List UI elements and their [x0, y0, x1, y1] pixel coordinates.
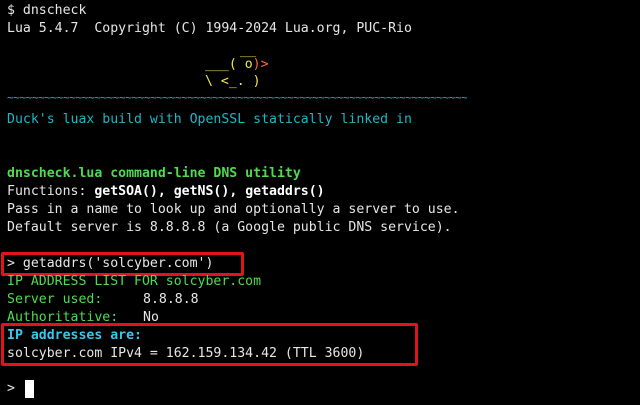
terminal-window[interactable]: $ dnscheck Lua 5.4.7 Copyright (C) 1994-… — [0, 0, 640, 405]
shell-command-line: $ dnscheck — [7, 3, 87, 18]
functions-label: Functions: — [7, 184, 95, 199]
default-server-line: Default server is 8.8.8.8 (a Google publ… — [7, 220, 452, 235]
lua-version-line: Lua 5.4.7 Copyright (C) 1994-2024 Lua.or… — [7, 21, 412, 36]
utility-title: dnscheck.lua command-line DNS utility — [7, 166, 301, 181]
duck-logo-row-2: ___( o)> — [205, 56, 269, 74]
functions-line: Functions: getSOA(), getNS(), getaddrs() — [7, 183, 325, 201]
ip-list-header: IP ADDRESS LIST FOR solcyber.com — [7, 274, 262, 289]
server-used-value: 8.8.8.8 — [143, 292, 199, 307]
build-info-line: Duck's luax build with OpenSSL staticall… — [7, 112, 412, 127]
server-used-label: Server used: — [7, 292, 103, 307]
results-highlight-box — [1, 323, 418, 366]
duck-body: ___( o — [205, 57, 253, 72]
functions-list: getSOA(), getNS(), getaddrs() — [94, 184, 325, 199]
duck-beak: )> — [252, 57, 269, 72]
wave-line: ~~~~~~~~~~~~~~~~~~~~~~~~~~~~~~~~~~~~~~~~… — [7, 91, 467, 104]
server-used-line: Server used: 8.8.8.8 — [7, 291, 199, 309]
text-cursor[interactable] — [25, 380, 34, 398]
next-prompt: > — [7, 381, 15, 396]
usage-line: Pass in a name to look up and optionally… — [7, 202, 460, 217]
